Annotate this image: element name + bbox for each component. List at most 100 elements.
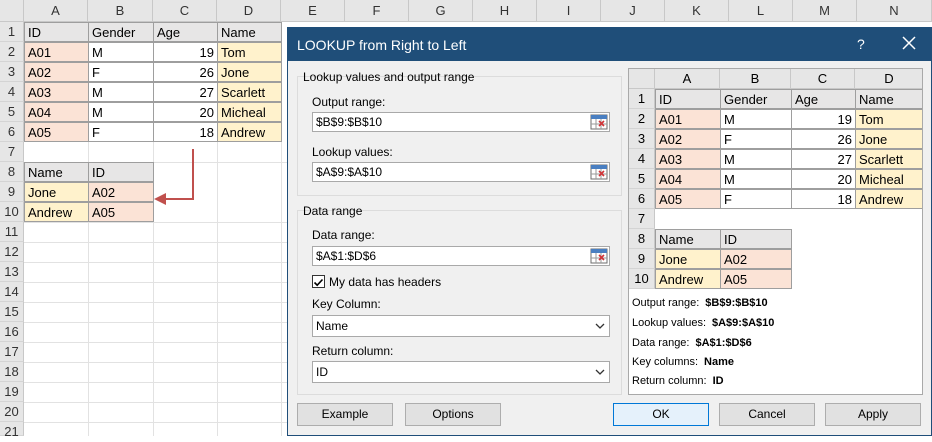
table-cell[interactable]: A04 [24, 102, 89, 122]
table-cell[interactable]: Micheal [217, 102, 282, 122]
row-header[interactable]: 4 [0, 82, 24, 102]
table-cell[interactable]: A05 [88, 202, 154, 222]
table-cell[interactable]: A02 [24, 62, 89, 82]
table-cell[interactable]: M [88, 82, 154, 102]
key-column-value: Name [316, 319, 349, 333]
row-header[interactable]: 16 [0, 322, 24, 342]
summary-line: Lookup values: $A$9:$A$10 [632, 317, 774, 329]
return-column-select[interactable]: ID [312, 361, 610, 383]
preview-cell: Andrew [855, 189, 922, 209]
headers-checkbox[interactable] [312, 275, 325, 288]
table-cell[interactable]: A01 [24, 42, 89, 62]
range-picker-icon[interactable] [590, 164, 608, 180]
row-header[interactable]: 5 [0, 102, 24, 122]
cancel-button[interactable]: Cancel [719, 403, 815, 426]
table-header-cell[interactable]: ID [24, 22, 89, 42]
column-header-m[interactable]: M [793, 0, 857, 22]
preview-row-header: 4 [629, 149, 655, 169]
column-header-j[interactable]: J [601, 0, 665, 22]
table-cell[interactable]: Scarlett [217, 82, 282, 102]
table-header-cell[interactable]: Name [217, 22, 282, 42]
row-header[interactable]: 17 [0, 342, 24, 362]
column-header-a[interactable]: A [24, 0, 88, 22]
table-header-cell[interactable]: Age [153, 22, 218, 42]
table-cell[interactable]: 26 [153, 62, 218, 82]
preview-row-header: 2 [629, 109, 655, 129]
table-cell[interactable]: A05 [24, 122, 89, 142]
row-header[interactable]: 7 [0, 142, 24, 162]
chevron-down-icon [595, 323, 605, 329]
table-cell[interactable]: M [88, 42, 154, 62]
headers-checkbox-label[interactable]: My data has headers [329, 275, 441, 289]
row-header[interactable]: 8 [0, 162, 24, 182]
table-cell[interactable]: A03 [24, 82, 89, 102]
output-range-input[interactable]: $B$9:$B$10 [312, 112, 610, 132]
table-cell[interactable]: 19 [153, 42, 218, 62]
lookup-values-value: $A$9:$A$10 [316, 165, 383, 179]
column-header-h[interactable]: H [473, 0, 537, 22]
column-header-l[interactable]: L [729, 0, 793, 22]
table-cell[interactable]: Andrew [24, 202, 89, 222]
column-header-d[interactable]: D [217, 0, 281, 22]
preview-row-header: 3 [629, 129, 655, 149]
row-header[interactable]: 15 [0, 302, 24, 322]
apply-button[interactable]: Apply [825, 403, 921, 426]
table-cell[interactable]: Tom [217, 42, 282, 62]
row-header[interactable]: 20 [0, 402, 24, 422]
summary-label: Data range: [632, 337, 690, 349]
column-header-f[interactable]: F [345, 0, 409, 22]
column-header-g[interactable]: G [409, 0, 473, 22]
ok-button[interactable]: OK [613, 403, 709, 426]
column-header-e[interactable]: E [281, 0, 345, 22]
row-header[interactable]: 19 [0, 382, 24, 402]
column-header-i[interactable]: I [537, 0, 601, 22]
table-cell[interactable]: Jone [217, 62, 282, 82]
preview-row-header: 6 [629, 189, 655, 209]
preview-header-cell: ID [720, 229, 792, 249]
row-header[interactable]: 6 [0, 122, 24, 142]
table-cell[interactable]: M [88, 102, 154, 122]
close-icon[interactable] [900, 33, 918, 53]
options-button[interactable]: Options [405, 403, 501, 426]
row-header[interactable]: 11 [0, 222, 24, 242]
table-header-cell[interactable]: Gender [88, 22, 154, 42]
preview-cell: A05 [655, 189, 721, 209]
preview-cell: 27 [791, 149, 856, 169]
table-cell[interactable]: 20 [153, 102, 218, 122]
table-cell[interactable]: A02 [88, 182, 154, 202]
table-cell[interactable]: F [88, 122, 154, 142]
row-header[interactable]: 2 [0, 42, 24, 62]
table-cell[interactable]: 18 [153, 122, 218, 142]
column-header-b[interactable]: B [88, 0, 153, 22]
table-cell[interactable]: 27 [153, 82, 218, 102]
range-picker-icon[interactable] [590, 114, 608, 130]
row-header[interactable]: 10 [0, 202, 24, 222]
data-range-input[interactable]: $A$1:$D$6 [312, 246, 610, 266]
row-header[interactable]: 18 [0, 362, 24, 382]
table-cell[interactable]: Jone [24, 182, 89, 202]
row-header[interactable]: 1 [0, 22, 24, 42]
help-button[interactable]: ? [857, 36, 865, 52]
row-header[interactable]: 14 [0, 282, 24, 302]
range-picker-icon[interactable] [590, 248, 608, 264]
column-header-c[interactable]: C [153, 0, 217, 22]
group-label: Data range [303, 204, 363, 218]
table-cell[interactable]: F [88, 62, 154, 82]
summary-value: $A$9:$A$10 [712, 317, 775, 329]
row-header[interactable]: 3 [0, 62, 24, 82]
row-header[interactable]: 21 [0, 422, 24, 439]
row-header[interactable]: 12 [0, 242, 24, 262]
table-cell[interactable]: Andrew [217, 122, 282, 142]
select-all-corner[interactable] [0, 0, 24, 22]
lookup-values-input[interactable]: $A$9:$A$10 [312, 162, 610, 182]
key-column-select[interactable]: Name [312, 315, 610, 337]
example-button[interactable]: Example [297, 403, 393, 426]
preview-cell: 20 [791, 169, 856, 189]
table-header-cell[interactable]: Name [24, 162, 89, 182]
row-header[interactable]: 9 [0, 182, 24, 202]
column-header-n[interactable]: N [857, 0, 932, 22]
column-header-k[interactable]: K [665, 0, 729, 22]
row-header[interactable]: 13 [0, 262, 24, 282]
table-header-cell[interactable]: ID [88, 162, 154, 182]
dialog-title-bar[interactable]: LOOKUP from Right to Left ? [288, 28, 931, 61]
